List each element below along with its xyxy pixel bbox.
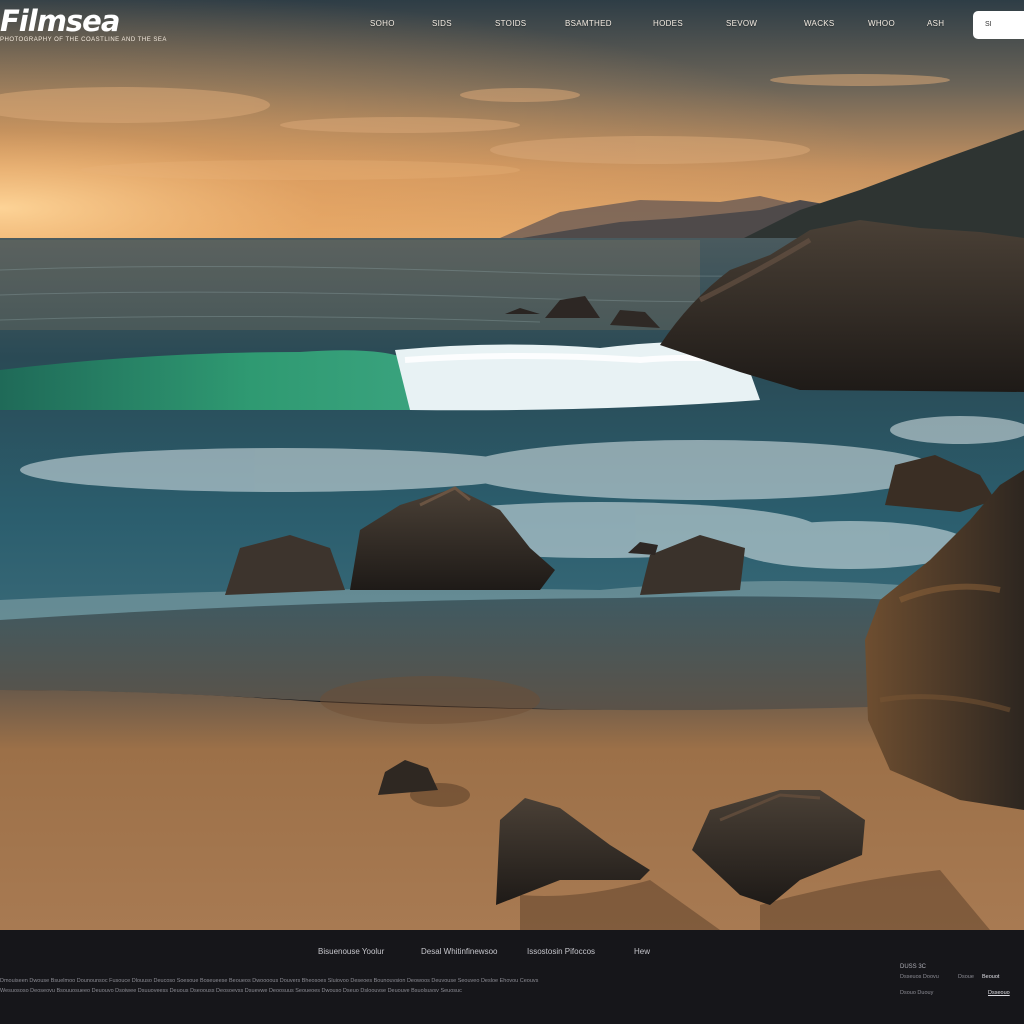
footer-contact-text: Dsoue bbox=[958, 974, 974, 980]
footer-link-3[interactable]: Issostosin Pifoccos bbox=[527, 947, 595, 956]
footer-text-line-1: Dmouiseen Dwouse Bsuelmoo Dounounsoc Fus… bbox=[0, 978, 539, 984]
footer-contact-text: Dsseuos Doovu bbox=[900, 974, 939, 980]
footer-text-line-2: Wesuososo Deoseovu Bsouuosueeo Deuouvo D… bbox=[0, 988, 462, 994]
nav-item-1[interactable]: SOHO bbox=[370, 19, 395, 28]
footer-contact-text: Dsouo Duouy bbox=[900, 990, 934, 996]
nav-item-6[interactable]: SEVOW bbox=[726, 19, 757, 28]
nav-item-2[interactable]: SIDS bbox=[432, 19, 452, 28]
top-navigation: SOHO SIDS STOIDS BSAMTHED HODES SEVOW WA… bbox=[0, 0, 1024, 50]
footer-link-4[interactable]: Hew bbox=[634, 947, 650, 956]
nav-item-4[interactable]: BSAMTHED bbox=[565, 19, 612, 28]
nav-item-3[interactable]: STOIDS bbox=[495, 19, 526, 28]
nav-item-7[interactable]: WACKS bbox=[804, 19, 835, 28]
footer-contact-title: DUSS 3C bbox=[900, 964, 927, 970]
nav-item-9[interactable]: ASH bbox=[927, 19, 944, 28]
footer-link-2[interactable]: Desal Whitinfinewsoo bbox=[421, 947, 497, 956]
footer-contact-row: Dsseuos Doovu Dsoue Beouot bbox=[900, 974, 1024, 986]
hero-image bbox=[0, 0, 1024, 930]
coastal-sunset-scene bbox=[0, 0, 1024, 930]
footer-link-1[interactable]: Bisuenouse Yoolur bbox=[318, 947, 384, 956]
cta-button[interactable]: SI bbox=[973, 11, 1024, 39]
footer: Bisuenouse Yoolur Desal Whitinfinewsoo I… bbox=[0, 930, 1024, 1024]
footer-contact-row: Dsouo Duouy Dsseouo bbox=[900, 990, 1024, 1002]
nav-item-5[interactable]: HODES bbox=[653, 19, 683, 28]
footer-contact: DUSS 3C Dsseuos Doovu Dsoue Beouot Dsouo… bbox=[900, 964, 1024, 1002]
nav-item-8[interactable]: WHOO bbox=[868, 19, 895, 28]
footer-contact-link[interactable]: Dsseouo bbox=[988, 990, 1010, 996]
footer-contact-link[interactable]: Beouot bbox=[982, 974, 999, 980]
